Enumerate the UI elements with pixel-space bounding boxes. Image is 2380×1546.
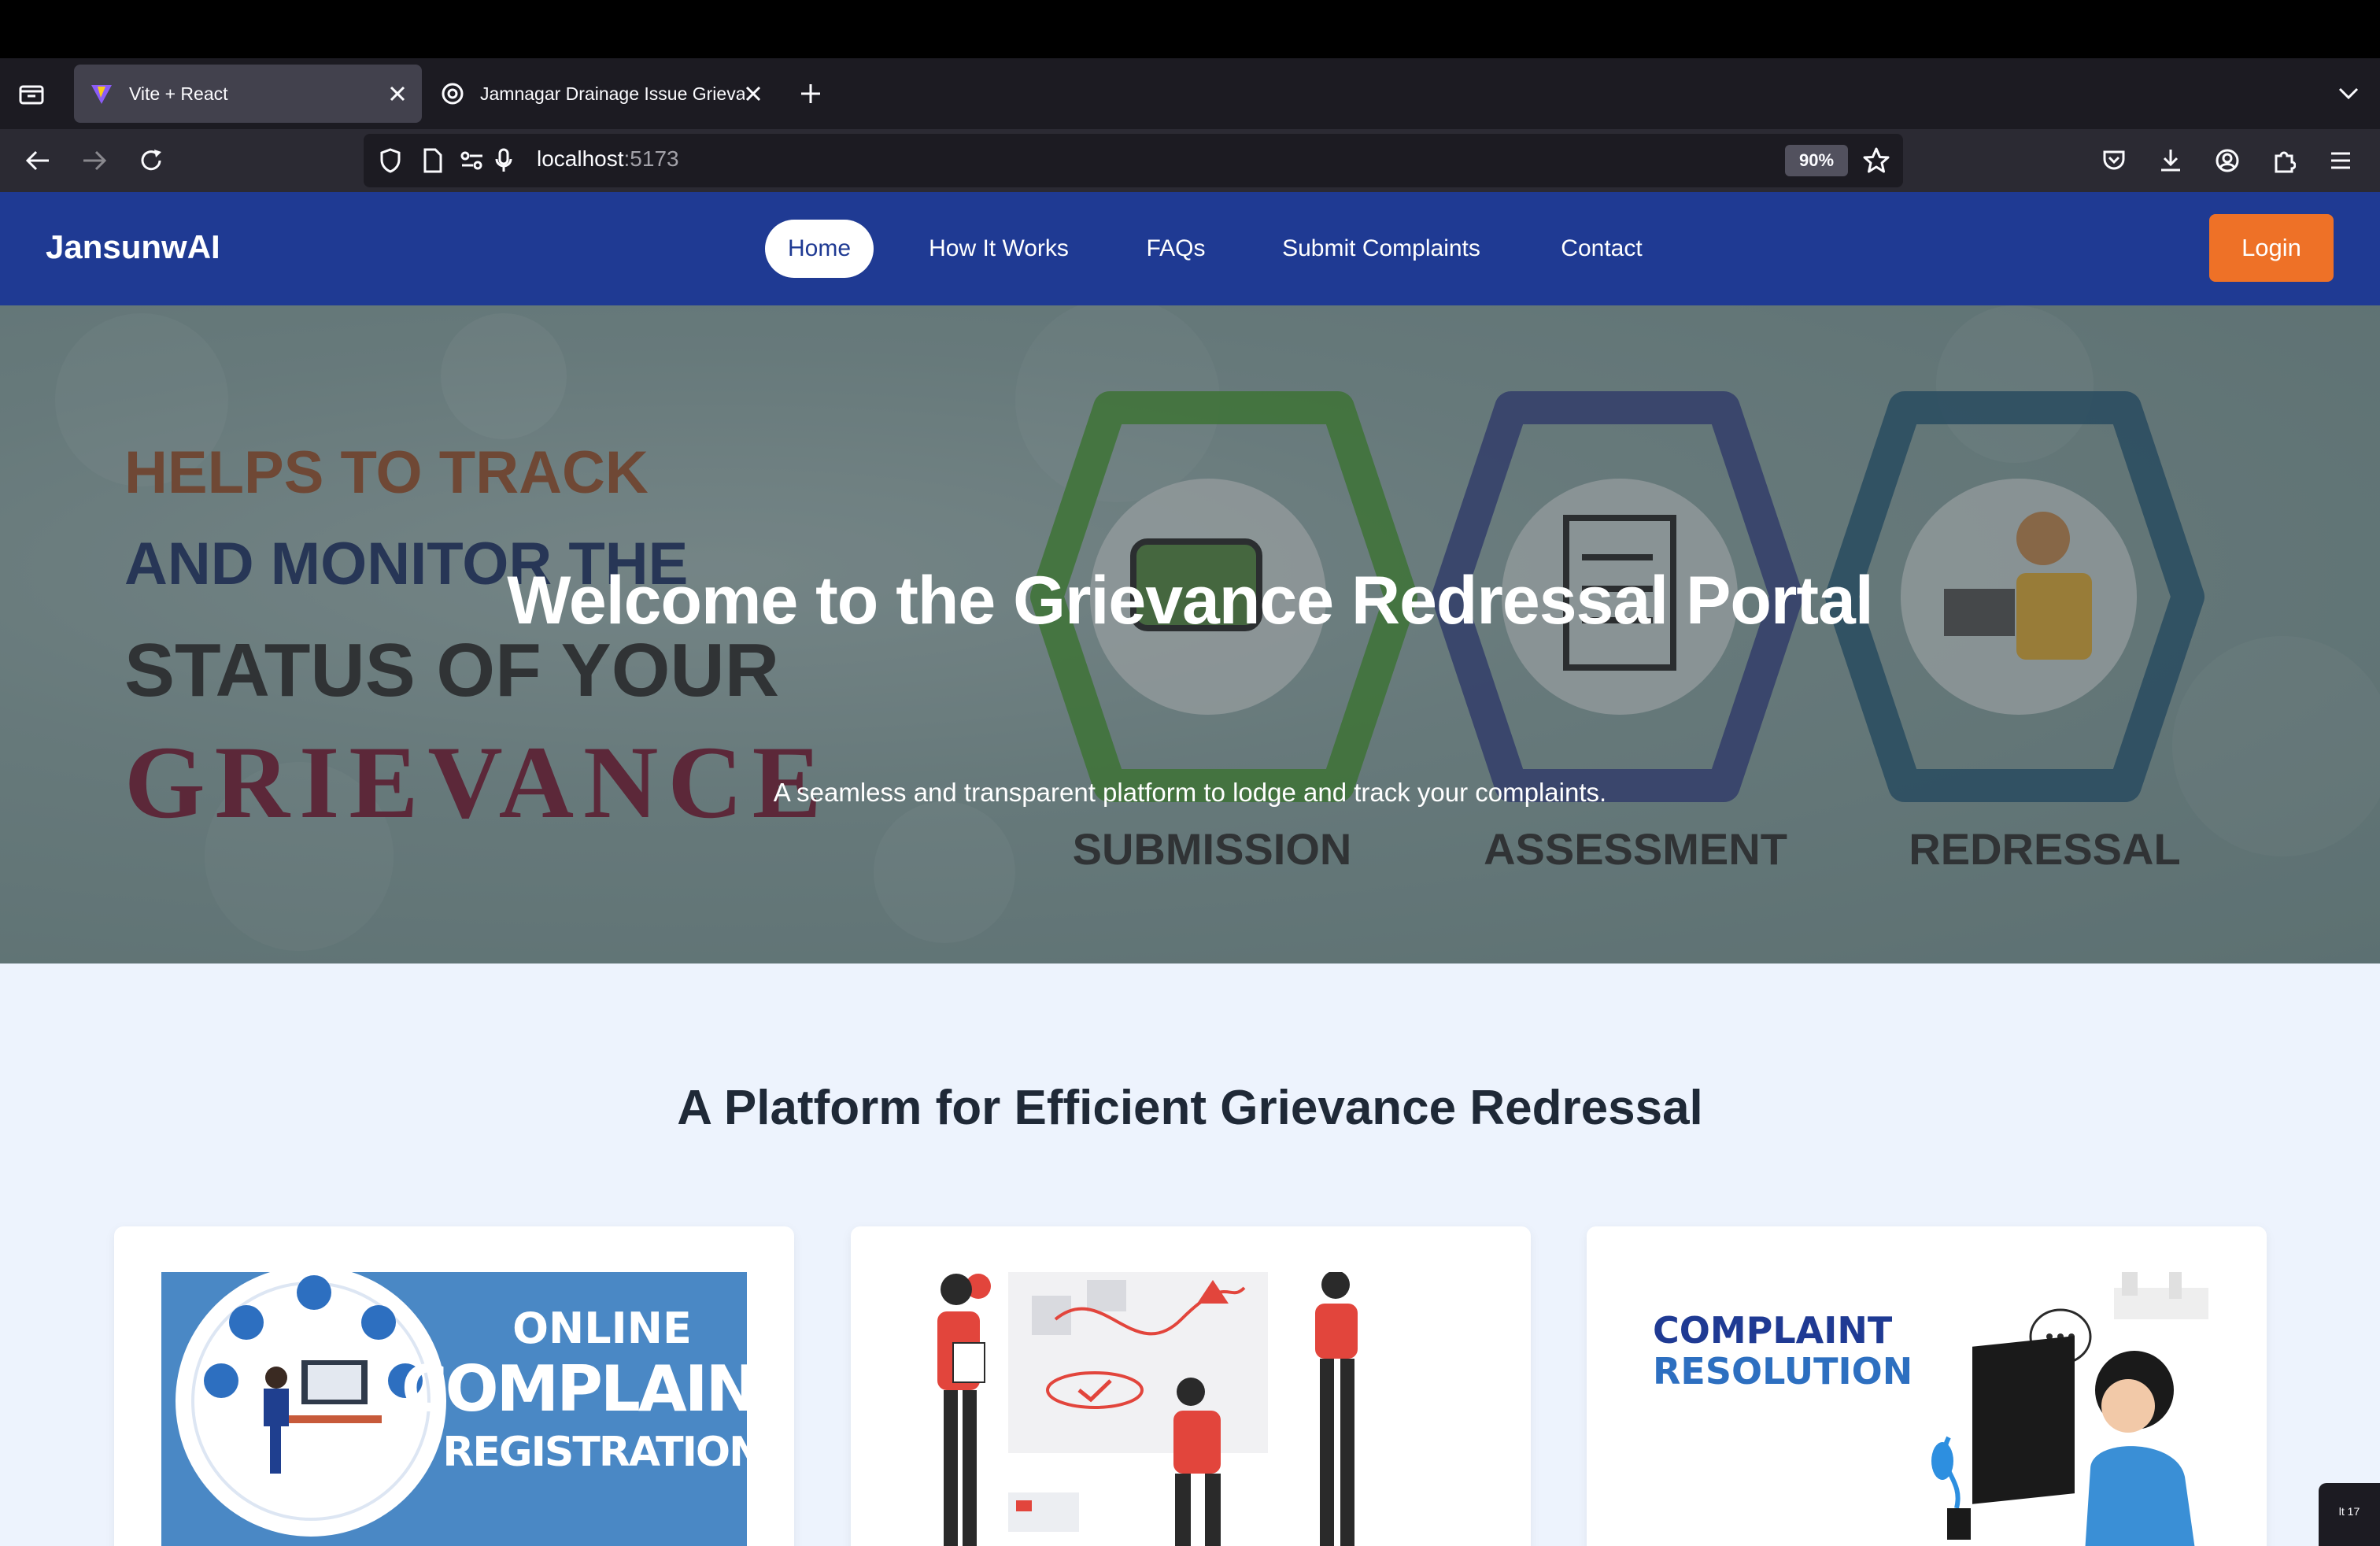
nav-how-it-works[interactable]: How It Works	[915, 220, 1083, 278]
screen-top-bar	[0, 0, 2380, 58]
site-header: JansunwAI Home How It Works FAQs Submit …	[0, 192, 2380, 305]
menu-hamburger-icon[interactable]	[2319, 139, 2363, 183]
card-1-line-2: COMPLAINT	[401, 1352, 747, 1426]
reload-icon[interactable]	[129, 139, 173, 183]
card-1-line-1: ONLINE	[512, 1304, 692, 1353]
permissions-icon[interactable]	[455, 143, 490, 178]
url-host: localhost	[537, 146, 624, 171]
card-3-line-1: COMPLAINT	[1653, 1309, 1893, 1352]
tab-jamnagar-drainage[interactable]: Jamnagar Drainage Issue Grieva	[425, 65, 771, 123]
online-complaint-registration-image: ONLINE COMPLAINT REGISTRATION	[161, 1272, 747, 1546]
browser-tab-strip: Vite + React Jamnagar Drainage Issue Gri…	[0, 58, 2380, 129]
tab-vite-react[interactable]: Vite + React	[74, 65, 422, 123]
openai-logo-icon	[441, 82, 464, 105]
card-1-line-3: REGISTRATION	[442, 1429, 747, 1476]
forward-arrow-icon[interactable]	[72, 139, 116, 183]
feature-card-online-registration[interactable]: ONLINE COMPLAINT REGISTRATION	[114, 1226, 794, 1546]
bookmark-star-icon[interactable]	[1859, 143, 1894, 178]
url-bar[interactable]: localhost:5173 90%	[364, 134, 1903, 187]
tab-overview-icon[interactable]	[8, 70, 55, 117]
nav-contact[interactable]: Contact	[1546, 220, 1658, 278]
extensions-icon[interactable]	[2262, 139, 2306, 183]
new-tab-icon[interactable]	[787, 70, 834, 117]
brand-logo-text[interactable]: JansunwAI	[46, 228, 220, 266]
vite-logo-icon	[90, 82, 113, 105]
shield-icon[interactable]	[373, 143, 408, 178]
nav-submit-complaints[interactable]: Submit Complaints	[1272, 220, 1491, 278]
tab-title: Vite + React	[129, 83, 228, 104]
browser-toolbar: localhost:5173 90%	[0, 129, 2380, 192]
hero-subtitle: A seamless and transparent platform to l…	[773, 778, 1607, 807]
team-tracking-illustration	[898, 1272, 1484, 1546]
feature-card-tracking[interactable]	[851, 1226, 1531, 1546]
complaint-resolution-image: COMPLAINT RESOLUTION	[1634, 1272, 2219, 1546]
page-info-icon[interactable]	[416, 143, 450, 178]
close-icon[interactable]	[384, 80, 411, 107]
back-arrow-icon[interactable]	[16, 139, 60, 183]
nav-faqs[interactable]: FAQs	[1133, 220, 1218, 278]
section-title: A Platform for Efficient Grievance Redre…	[677, 1081, 1703, 1135]
account-icon[interactable]	[2205, 139, 2249, 183]
zoom-level-badge[interactable]: 90%	[1785, 145, 1848, 176]
login-button[interactable]: Login	[2209, 214, 2334, 282]
feature-card-complaint-resolution[interactable]: COMPLAINT RESOLUTION	[1587, 1226, 2267, 1546]
microphone-icon[interactable]	[486, 143, 521, 178]
card-3-line-2: RESOLUTION	[1653, 1350, 1913, 1393]
hero-banner: HELPS TO TRACK AND MONITOR THE STATUS OF…	[0, 305, 2380, 963]
url-text[interactable]: localhost:5173	[537, 146, 679, 172]
corner-badge: lt 17	[2319, 1483, 2380, 1546]
web-page: JansunwAI Home How It Works FAQs Submit …	[0, 192, 2380, 1546]
list-all-tabs-chevron-icon[interactable]	[2325, 70, 2372, 117]
nav-home[interactable]: Home	[765, 220, 874, 278]
hero-title: Welcome to the Grievance Redressal Porta…	[507, 563, 1873, 638]
url-port: :5173	[623, 146, 679, 171]
tab-title: Jamnagar Drainage Issue Grieva	[480, 83, 745, 104]
close-icon[interactable]	[740, 80, 767, 107]
pocket-icon[interactable]	[2092, 139, 2136, 183]
download-icon[interactable]	[2149, 139, 2193, 183]
